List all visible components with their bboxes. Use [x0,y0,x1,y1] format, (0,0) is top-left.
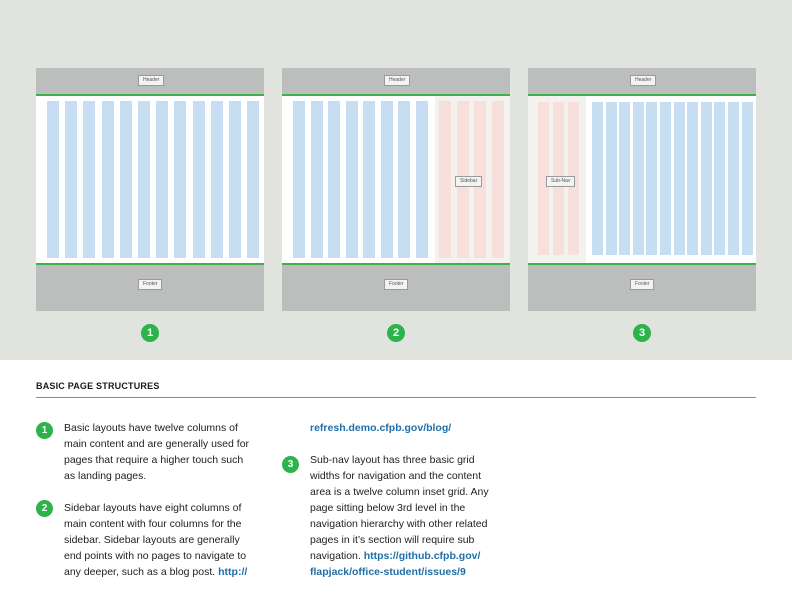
content-column [156,101,169,258]
github-issue-link-continued[interactable]: flapjack/office-student/issues/9 [310,564,489,580]
content-column [660,102,671,255]
note-basic-layout: Basic layouts have twelve columns of mai… [64,420,249,484]
content-column [673,102,685,255]
content-column [101,101,114,258]
note-line: Basic layouts have twelve columns of [64,422,238,434]
sidebar-column [439,101,451,258]
mockup-footer: Footer [36,263,264,311]
content-column [415,101,428,258]
mockup-header: Header [528,68,756,96]
mockup-number-badge: 3 [633,324,651,342]
content-column [328,101,340,258]
footer-label: Footer [384,279,409,290]
note-line-text: any deeper, such as a blog post. [64,566,216,578]
content-column [687,102,699,255]
note-line-text: navigation. [310,550,361,562]
note-line: navigation hierarchy with other related [310,518,488,530]
note-line: Sub-nav layout has three basic grid [310,454,475,466]
content-column [210,101,223,258]
footer-label: Footer [138,279,163,290]
note-line: Sidebar layouts have eight columns of [64,502,242,514]
note-sidebar-layout: Sidebar layouts have eight columns of ma… [64,500,247,580]
mockup-header: Header [36,68,264,96]
note-line: page sitting below 3rd level in the [310,502,466,514]
footer-label: Footer [630,279,655,290]
content-column [619,102,631,255]
note-line: pages that require a higher touch such [64,454,244,466]
content-column [605,102,617,255]
content-column [293,101,305,258]
note-line: widths for navigation and the content [310,470,482,482]
content-column [741,102,753,255]
subnav-label: Sub-Nav [546,176,576,187]
note-line: main content and are generally used for [64,438,250,450]
sidebar-label: Sidebar [455,176,483,187]
content-column [363,101,375,258]
content-column [380,101,393,258]
content-column [592,102,603,255]
content-column [83,101,96,258]
note-line: end points with no pages to navigate to [64,550,247,562]
note-line: main content with four columns for the [64,518,242,530]
content-column [65,101,78,258]
note-number-badge: 1 [36,422,53,439]
mockup-footer: Footer [528,263,756,311]
mockup-content: Sub-Nav [528,96,756,263]
header-label: Header [384,75,411,86]
note-number-badge: 2 [36,500,53,517]
content-column [119,101,132,258]
mockup-footer: Footer [282,263,510,311]
sidebar-column [491,101,504,258]
mockup-header: Header [282,68,510,96]
note-number-badge: 3 [282,456,299,473]
mockup-content: Sidebar [282,96,510,263]
header-label: Header [630,75,657,86]
content-column [646,102,658,255]
blog-link[interactable]: http:// [218,566,247,578]
note-line: sidebar. Sidebar layouts are generally [64,534,240,546]
mockup-content [36,96,264,263]
content-column [174,101,187,258]
content-column [247,101,260,258]
content-column [192,101,205,258]
content-column [310,101,323,258]
note-line: as landing pages. [64,470,147,482]
content-column [138,101,150,258]
content-column [728,102,739,255]
section-title: BASIC PAGE STRUCTURES [36,381,160,391]
mockup-number-badge: 2 [387,324,405,342]
section-divider [36,397,756,398]
layout-mockup-subnav: Header Sub-Nav Footer [528,68,756,311]
layout-mockup-basic: Header Footer [36,68,264,311]
note-line: area is a twelve column inset grid. Any [310,486,489,498]
note-line: pages in it’s section will require sub [310,534,475,546]
mockup-number-badge: 1 [141,324,159,342]
content-column [229,101,241,258]
content-column [700,102,712,255]
note-line: navigation. https://github.cfpb.gov/ [310,548,489,564]
content-column [398,101,410,258]
content-column [714,102,726,255]
content-column [47,101,59,258]
note-line: any deeper, such as a blog post. http:// [64,564,247,580]
layout-mockup-sidebar: Header Sidebar Footer [282,68,510,311]
content-column [632,102,644,255]
github-issue-link[interactable]: https://github.cfpb.gov/ [364,550,481,562]
blog-link-continued[interactable]: refresh.demo.cfpb.gov/blog/ [310,420,451,436]
content-column [345,101,358,258]
header-label: Header [138,75,165,86]
note-subnav-layout: Sub-nav layout has three basic grid widt… [310,452,489,580]
